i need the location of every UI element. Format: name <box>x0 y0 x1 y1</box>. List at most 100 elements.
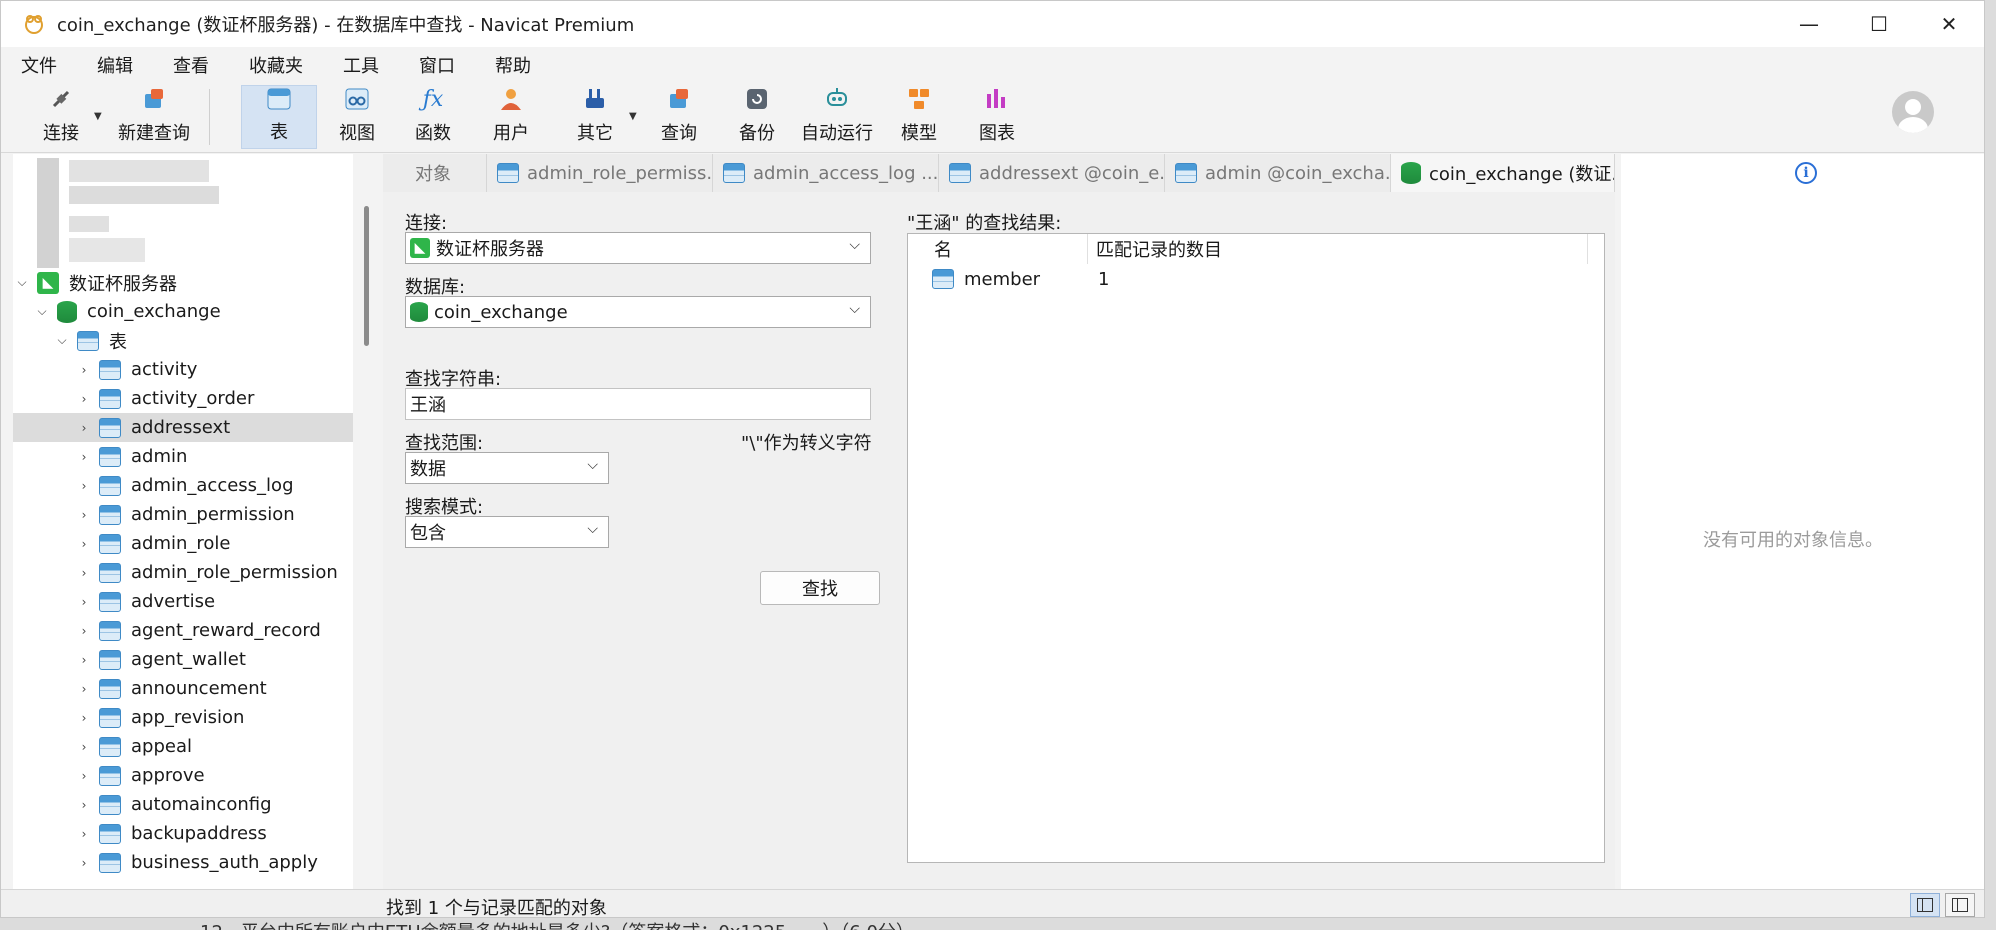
view-button[interactable]: 视图 <box>327 85 387 149</box>
tree-table-item[interactable]: › admin_access_log <box>13 471 353 500</box>
list-view-toggle-icon[interactable] <box>1910 893 1940 917</box>
tree-table-item[interactable]: › approve <box>13 761 353 790</box>
new-query-button[interactable]: 新建查询 <box>109 85 199 149</box>
tree-database-node[interactable]: ⌵ coin_exchange <box>13 297 353 326</box>
chevron-right-icon[interactable]: › <box>77 363 91 377</box>
tree-table-item[interactable]: › admin <box>13 442 353 471</box>
model-icon <box>905 85 933 113</box>
tree-table-item[interactable]: › appeal <box>13 732 353 761</box>
results-table: 名 匹配记录的数目 member 1 <box>907 233 1605 863</box>
tree-table-item[interactable]: › admin_permission <box>13 500 353 529</box>
table-icon <box>99 388 121 409</box>
background-question-text: 12、平台中所有账户中ETH余额最多的地址是多少?（答案格式：0x1225……）… <box>200 918 914 930</box>
sidebar-scrollbar[interactable] <box>364 206 369 346</box>
tree-table-item[interactable]: › admin_role <box>13 529 353 558</box>
tree-table-item[interactable]: › agent_reward_record <box>13 616 353 645</box>
connect-dropdown-caret-icon[interactable]: ▼ <box>94 111 102 122</box>
other-dropdown-caret-icon[interactable]: ▼ <box>629 111 637 122</box>
tree-table-item[interactable]: › admin_role_permission <box>13 558 353 587</box>
chevron-right-icon[interactable]: › <box>77 450 91 464</box>
tab-admin-role-permission[interactable]: admin_role_permiss... <box>487 154 713 192</box>
backup-button[interactable]: 备份 <box>727 85 787 149</box>
tab-find-in-database[interactable]: coin_exchange (数证... <box>1391 154 1615 192</box>
menu-favorites[interactable]: 收藏夹 <box>249 52 303 78</box>
info-icon[interactable]: i <box>1795 162 1817 184</box>
chevron-right-icon[interactable]: › <box>77 798 91 812</box>
chevron-right-icon[interactable]: › <box>77 479 91 493</box>
function-button[interactable]: ƒx 函数 <box>403 85 463 149</box>
chevron-right-icon[interactable]: › <box>77 537 91 551</box>
model-button[interactable]: 模型 <box>889 85 949 149</box>
tab-objects[interactable]: 对象 <box>383 154 487 192</box>
chevron-right-icon[interactable]: › <box>77 421 91 435</box>
column-header-name[interactable]: 名 <box>908 234 1088 264</box>
tree-table-item[interactable]: › business_auth_apply <box>13 848 353 877</box>
chevron-right-icon[interactable]: › <box>77 682 91 696</box>
database-select[interactable]: coin_exchange ⌵ <box>405 296 871 328</box>
table-icon <box>99 475 121 496</box>
tree-tables-node[interactable]: ⌵ 表 <box>13 326 353 355</box>
tab-admin[interactable]: admin @coin_excha... <box>1165 154 1391 192</box>
column-header-match-count[interactable]: 匹配记录的数目 <box>1088 234 1588 264</box>
minimize-button[interactable]: — <box>1774 1 1844 47</box>
detail-view-toggle-icon[interactable] <box>1945 893 1975 917</box>
table-row[interactable]: member 1 <box>908 264 1604 294</box>
chevron-right-icon[interactable]: › <box>77 769 91 783</box>
chevron-right-icon[interactable]: › <box>77 595 91 609</box>
chevron-down-icon: ⌵ <box>849 301 860 317</box>
chevron-right-icon[interactable]: › <box>77 711 91 725</box>
connection-select[interactable]: ◣ 数证杯服务器 ⌵ <box>405 232 871 264</box>
user-button[interactable]: 用户 <box>481 85 541 149</box>
tree-table-item[interactable]: › activity <box>13 355 353 384</box>
search-string-input[interactable]: 王涵 <box>405 388 871 420</box>
tree-table-item[interactable]: › backupaddress <box>13 819 353 848</box>
user-avatar[interactable] <box>1892 91 1934 133</box>
maximize-button[interactable]: ☐ <box>1844 1 1914 47</box>
table-icon <box>99 823 121 844</box>
automation-button[interactable]: 自动运行 <box>799 85 875 149</box>
menu-view[interactable]: 查看 <box>173 52 209 78</box>
chevron-right-icon[interactable]: › <box>77 653 91 667</box>
other-button[interactable]: 其它 <box>565 85 625 149</box>
chevron-right-icon[interactable]: › <box>77 508 91 522</box>
chevron-down-icon[interactable]: ⌵ <box>35 304 49 319</box>
menu-edit[interactable]: 编辑 <box>97 52 133 78</box>
tree-server-node[interactable]: ⌵ ◣ 数证杯服务器 <box>13 268 353 297</box>
chevron-right-icon[interactable]: › <box>77 566 91 580</box>
chevron-right-icon[interactable]: › <box>77 624 91 638</box>
table-button[interactable]: 表 <box>241 85 317 149</box>
chevron-right-icon[interactable]: › <box>77 392 91 406</box>
chevron-down-icon[interactable]: ⌵ <box>55 333 69 348</box>
tree-table-item[interactable]: › agent_wallet <box>13 645 353 674</box>
menu-tools[interactable]: 工具 <box>343 52 379 78</box>
search-mode-select[interactable]: 包含 ⌵ <box>405 516 609 548</box>
table-icon <box>949 163 971 183</box>
tree-table-item[interactable]: › announcement <box>13 674 353 703</box>
connect-button[interactable]: 连接 <box>31 85 91 149</box>
tab-admin-access-log[interactable]: admin_access_log ... <box>713 154 939 192</box>
tree-table-item[interactable]: › app_revision <box>13 703 353 732</box>
menu-file[interactable]: 文件 <box>21 52 57 78</box>
tab-addressext[interactable]: addressext @coin_e... <box>939 154 1165 192</box>
user-icon <box>497 85 525 113</box>
query-button[interactable]: 查询 <box>649 85 709 149</box>
chart-button[interactable]: 图表 <box>967 85 1027 149</box>
close-button[interactable]: ✕ <box>1914 1 1984 47</box>
chevron-right-icon[interactable]: › <box>77 827 91 841</box>
scope-select[interactable]: 数据 ⌵ <box>405 452 609 484</box>
chevron-down-icon: ⌵ <box>849 237 860 253</box>
tree-table-item[interactable]: › advertise <box>13 587 353 616</box>
table-icon <box>99 591 121 612</box>
find-button[interactable]: 查找 <box>760 571 880 605</box>
chevron-down-icon[interactable]: ⌵ <box>15 275 29 290</box>
menu-help[interactable]: 帮助 <box>495 52 531 78</box>
table-icon <box>77 330 99 351</box>
tree-table-item[interactable]: › addressext <box>13 413 353 442</box>
chevron-right-icon[interactable]: › <box>77 740 91 754</box>
tree-table-item[interactable]: › activity_order <box>13 384 353 413</box>
menu-window[interactable]: 窗口 <box>419 52 455 78</box>
table-icon <box>99 533 121 554</box>
tree-table-item[interactable]: › automainconfig <box>13 790 353 819</box>
chevron-right-icon[interactable]: › <box>77 856 91 870</box>
query-icon <box>665 85 693 113</box>
